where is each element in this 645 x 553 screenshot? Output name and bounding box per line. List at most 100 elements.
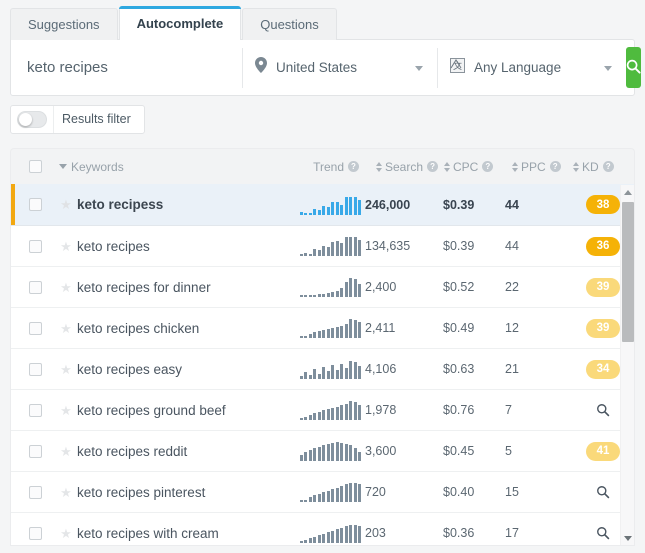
kd-badge: 36 [586,237,620,256]
search-volume-cell: 2,411 [365,319,443,337]
keyword-magnifier-icon[interactable] [596,403,610,417]
language-selector[interactable]: 文 Any Language [438,40,626,95]
results-filter-control[interactable]: Results filter [10,105,145,134]
country-selector[interactable]: United States [243,40,437,95]
favorite-star-icon[interactable]: ★ [55,527,77,540]
search-volume-value: 203 [365,526,386,540]
keyword-cell[interactable]: keto recipes chicken [77,321,287,336]
row-checkbox-cell [11,404,55,417]
cpc-cell: $0.36 [443,524,505,542]
tab-autocomplete[interactable]: Autocomplete [119,6,242,40]
results-filter-bar: Results filter [10,105,145,134]
ppc-cell: 15 [505,483,572,501]
search-icon [626,59,641,77]
header-kd[interactable]: KD ? [572,160,634,174]
results-filter-toggle[interactable] [17,111,47,128]
cpc-cell: $0.45 [443,442,505,460]
keyword-text: keto recipess [77,197,287,212]
favorite-star-icon[interactable]: ★ [55,486,77,499]
row-checkbox[interactable] [29,486,42,499]
row-checkbox[interactable] [29,527,42,540]
header-kd-label: KD [582,160,599,174]
keyword-cell[interactable]: keto recipes with cream [77,526,287,541]
table-row[interactable]: ★keto recipes pinterest720$0.4015 [11,472,634,513]
scroll-down-arrow-icon[interactable] [621,531,634,545]
table-row[interactable]: ★keto recipes ground beef1,978$0.767 [11,390,634,431]
row-checkbox[interactable] [29,281,42,294]
favorite-star-icon[interactable]: ★ [55,240,77,253]
row-checkbox[interactable] [29,404,42,417]
ppc-cell: 17 [505,524,572,542]
help-icon[interactable]: ? [550,161,561,172]
location-pin-icon [255,57,267,78]
row-checkbox-cell [11,322,55,335]
select-all-cell [11,160,55,173]
search-button[interactable] [626,47,641,88]
keyword-cell[interactable]: keto recipes [77,239,287,254]
tab-questions[interactable]: Questions [242,8,337,40]
table-row[interactable]: ★keto recipes134,635$0.394436 [11,226,634,267]
row-checkbox[interactable] [29,240,42,253]
tab-questions-label: Questions [260,17,319,32]
keyword-text: keto recipes with cream [77,526,287,541]
select-all-checkbox[interactable] [29,160,42,173]
kd-badge: 39 [586,319,620,338]
search-volume-cell: 134,635 [365,237,443,255]
search-volume-value: 134,635 [365,239,410,253]
results-table: Keywords Trend ? Search ? CPC ? PPC ? [10,148,635,546]
keyword-cell[interactable]: keto recipes ground beef [77,403,287,418]
chevron-down-icon [604,66,612,71]
help-icon[interactable]: ? [348,161,359,172]
table-row[interactable]: ★keto recipes with cream 203 $0.3617 [11,513,634,546]
search-volume-value: 4,106 [365,362,396,376]
favorite-star-icon[interactable]: ★ [55,363,77,376]
search-volume-cell: 2,400 [365,278,443,296]
row-checkbox[interactable] [29,363,42,376]
trend-sparkline [300,478,362,502]
ppc-value: 21 [505,362,519,376]
keyword-magnifier-icon[interactable] [596,485,610,499]
keyword-cell[interactable]: keto recipess [77,197,287,212]
favorite-star-icon[interactable]: ★ [55,281,77,294]
keyword-cell[interactable]: keto recipes for dinner [77,280,287,295]
cpc-cell: $0.52 [443,278,505,296]
ppc-cell: 5 [505,442,572,460]
keyword-cell[interactable]: keto recipes pinterest [77,485,287,500]
tab-autocomplete-label: Autocomplete [137,16,224,31]
favorite-star-icon[interactable]: ★ [55,445,77,458]
keyword-cell[interactable]: keto recipes reddit [77,444,287,459]
table-row[interactable]: ★keto recipess246,000$0.394438 [11,184,634,226]
table-row[interactable]: ★keto recipes reddit3,600$0.45541 [11,431,634,472]
search-panel: United States 文 Any Language [10,39,635,96]
scroll-up-arrow-icon[interactable] [621,185,634,199]
row-checkbox[interactable] [29,322,42,335]
tab-suggestions[interactable]: Suggestions [10,8,118,40]
row-checkbox[interactable] [29,198,42,211]
chevron-down-icon [59,164,67,169]
favorite-star-icon[interactable]: ★ [55,404,77,417]
header-ppc[interactable]: PPC ? [505,160,572,174]
keyword-input[interactable] [11,40,242,95]
cpc-value: $0.40 [443,485,474,499]
cpc-cell: $0.39 [443,237,505,255]
help-icon[interactable]: ? [427,161,438,172]
ppc-value: 15 [505,485,519,499]
table-scrollbar[interactable] [620,185,634,545]
row-checkbox-cell [11,486,55,499]
scrollbar-thumb[interactable] [622,202,634,342]
help-icon[interactable]: ? [482,161,493,172]
table-row[interactable]: ★keto recipes easy4,106$0.632134 [11,349,634,390]
keyword-cell[interactable]: keto recipes easy [77,362,287,377]
table-row[interactable]: ★keto recipes for dinner2,400$0.522239 [11,267,634,308]
header-keywords[interactable]: Keywords [59,160,287,174]
favorite-star-icon[interactable]: ★ [55,198,77,211]
row-checkbox[interactable] [29,445,42,458]
header-cpc[interactable]: CPC ? [443,160,505,174]
country-value: United States [276,60,357,75]
favorite-star-icon[interactable]: ★ [55,322,77,335]
help-icon[interactable]: ? [603,161,614,172]
table-row[interactable]: ★keto recipes chicken2,411$0.491239 [11,308,634,349]
cpc-value: $0.39 [443,239,474,253]
header-search[interactable]: Search ? [365,160,443,174]
keyword-magnifier-icon[interactable] [596,526,610,540]
